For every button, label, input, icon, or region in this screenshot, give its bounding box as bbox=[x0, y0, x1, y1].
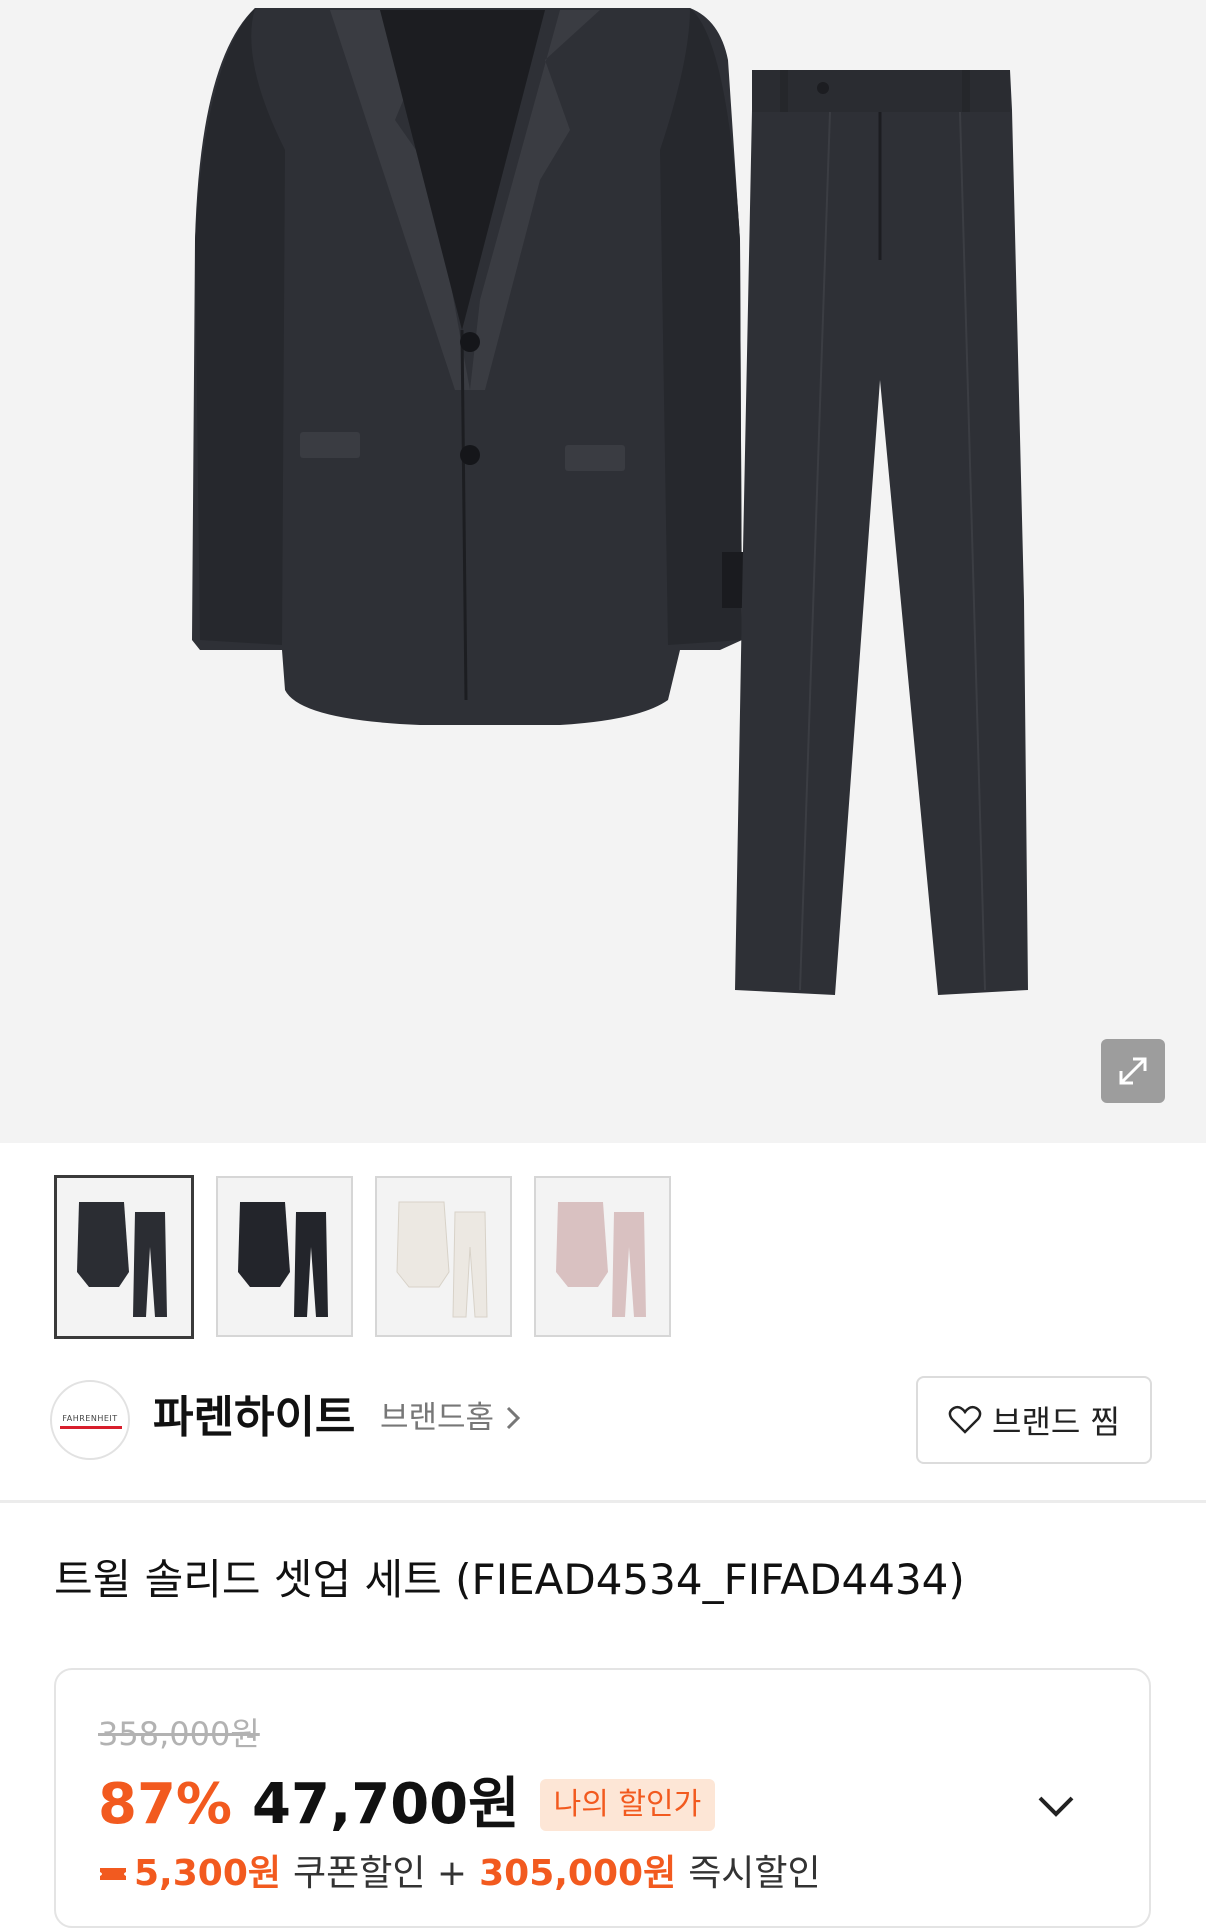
product-main-image[interactable] bbox=[0, 0, 1206, 1143]
discount-detail-row: 5,300원 쿠폰할인 + 305,000원 즉시할인 bbox=[98, 1852, 821, 1896]
thumbnail-2[interactable] bbox=[216, 1176, 353, 1337]
product-title: 트윌 솔리드 셋업 세트 (FIEAD4534_FIFAD4434) bbox=[54, 1555, 965, 1604]
price-row: 87% 47,700원 나의 할인가 bbox=[98, 1770, 716, 1840]
brand-favorite-button[interactable]: 브랜드 찜 bbox=[916, 1376, 1152, 1464]
expand-icon bbox=[1119, 1057, 1147, 1085]
instant-label: 즉시할인 bbox=[688, 1853, 821, 1894]
original-price: 358,000원 bbox=[98, 1715, 260, 1753]
brand-logo-text: FAHRENHEIT bbox=[62, 1414, 118, 1423]
coupon-amount: 5,300원 bbox=[134, 1853, 281, 1894]
my-price-badge: 나의 할인가 bbox=[539, 1779, 716, 1831]
thumbnail-suit-icon bbox=[77, 1202, 167, 1317]
coupon-label: 쿠폰할인 + bbox=[293, 1853, 468, 1894]
section-divider bbox=[0, 1500, 1206, 1503]
thumbnail-list bbox=[54, 1175, 671, 1339]
price-box: 358,000원 87% 47,700원 나의 할인가 5,300원 쿠폰할인 … bbox=[54, 1668, 1151, 1928]
discount-rate: 87% bbox=[98, 1772, 233, 1837]
brand-favorite-label: 브랜드 찜 bbox=[992, 1403, 1120, 1441]
thumbnail-suit-icon bbox=[395, 1201, 488, 1317]
chevron-right-icon bbox=[507, 1406, 521, 1430]
thumbnail-suit-icon bbox=[237, 1201, 328, 1317]
brand-name[interactable]: 파렌하이트 bbox=[153, 1392, 355, 1444]
thumbnail-1[interactable] bbox=[54, 1175, 194, 1339]
chevron-down-icon[interactable] bbox=[1032, 1782, 1080, 1830]
instant-amount: 305,000원 bbox=[479, 1853, 677, 1894]
heart-icon bbox=[948, 1405, 982, 1434]
thumbnail-suit-icon bbox=[555, 1201, 646, 1317]
coupon-icon bbox=[100, 1868, 126, 1880]
thumbnail-3[interactable] bbox=[375, 1176, 512, 1337]
sale-price: 47,700원 bbox=[252, 1772, 520, 1837]
brand-logo-line bbox=[60, 1426, 122, 1429]
brand-logo[interactable]: FAHRENHEIT bbox=[50, 1380, 130, 1460]
suit-illustration bbox=[192, 8, 1028, 995]
brand-home-label: 브랜드홈 bbox=[380, 1400, 495, 1436]
brand-home-link[interactable]: 브랜드홈 bbox=[380, 1398, 522, 1438]
thumbnail-4[interactable] bbox=[534, 1176, 671, 1337]
brand-row: FAHRENHEIT 파렌하이트 브랜드홈 브랜드 찜 bbox=[50, 1376, 1156, 1476]
expand-image-button[interactable] bbox=[1101, 1039, 1165, 1103]
